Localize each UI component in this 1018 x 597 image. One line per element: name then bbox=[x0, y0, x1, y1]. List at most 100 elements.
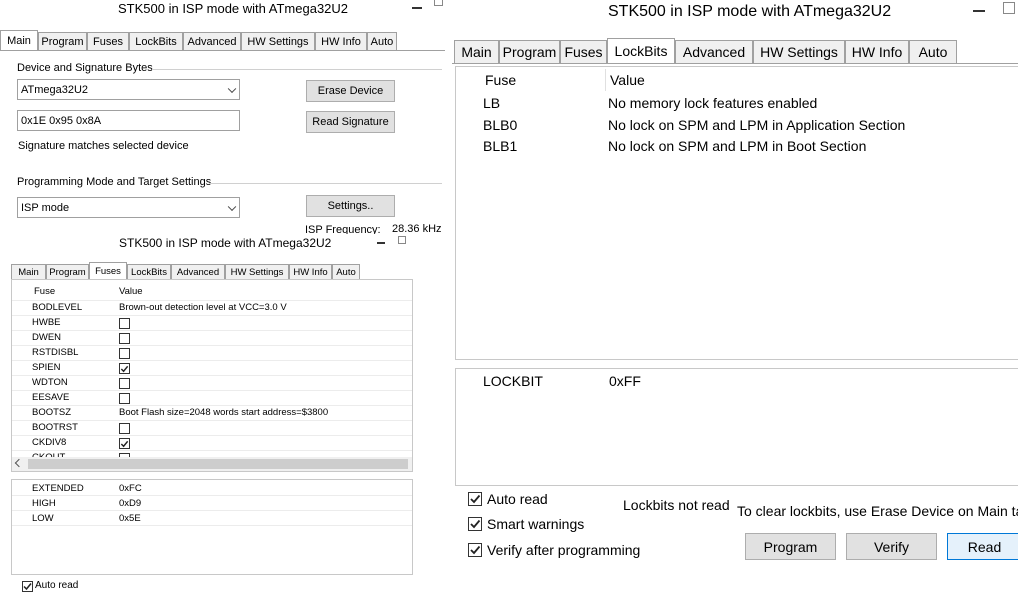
horizontal-scrollbar[interactable] bbox=[12, 457, 412, 471]
fuse-checkbox[interactable] bbox=[119, 333, 130, 344]
fuse-byte-row[interactable]: HIGH 0xD9 bbox=[12, 496, 412, 511]
table-row[interactable]: EESAVE bbox=[12, 390, 412, 405]
table-row[interactable]: LB No memory lock features enabled bbox=[456, 93, 1018, 114]
fuse-byte-row[interactable]: EXTENDED 0xFC bbox=[12, 481, 412, 496]
tab-hw-settings[interactable]: HW Settings bbox=[241, 32, 315, 50]
tab-lockbits[interactable]: LockBits bbox=[127, 264, 171, 279]
tab-main[interactable]: Main bbox=[0, 30, 38, 50]
fuse-value[interactable]: Brown-out detection level at VCC=3.0 V bbox=[119, 302, 287, 313]
fuses-window: STK500 in ISP mode with ATmega32U2 Main … bbox=[6, 234, 415, 597]
lockbit-value[interactable]: No lock on SPM and LPM in Application Se… bbox=[608, 117, 905, 133]
tab-program[interactable]: Program bbox=[499, 40, 560, 63]
lockbits-window: STK500 in ISP mode with ATmega32U2 Main … bbox=[452, 0, 1018, 597]
table-row[interactable]: DWEN bbox=[12, 330, 412, 345]
table-row[interactable]: BODLEVEL Brown-out detection level at VCC… bbox=[12, 300, 412, 315]
chevron-down-icon bbox=[227, 202, 237, 211]
device-group-label: Device and Signature Bytes bbox=[17, 62, 153, 74]
tab-hw-info[interactable]: HW Info bbox=[289, 264, 332, 279]
option-checkbox[interactable] bbox=[468, 517, 482, 531]
fuse-checkbox[interactable] bbox=[119, 318, 130, 329]
tab-lockbits[interactable]: LockBits bbox=[129, 32, 183, 50]
tab-auto[interactable]: Auto bbox=[367, 32, 397, 50]
tab-program[interactable]: Program bbox=[46, 264, 89, 279]
table-row[interactable]: HWBE bbox=[12, 315, 412, 330]
auto-read-label: Auto read bbox=[35, 580, 79, 591]
verify-button[interactable]: Verify bbox=[846, 533, 937, 560]
table-row[interactable]: BOOTRST bbox=[12, 420, 412, 435]
tab-auto[interactable]: Auto bbox=[909, 40, 957, 63]
fuse-name: HWBE bbox=[32, 317, 61, 328]
lockbit-value[interactable]: No lock on SPM and LPM in Boot Section bbox=[608, 138, 866, 154]
scroll-left-icon[interactable] bbox=[14, 458, 24, 468]
tab-advanced[interactable]: Advanced bbox=[675, 40, 753, 63]
tab-lockbits[interactable]: LockBits bbox=[607, 38, 675, 63]
fuse-bytes-panel: EXTENDED 0xFC HIGH 0xD9 LOW 0x5E bbox=[11, 479, 413, 575]
minimize-icon[interactable] bbox=[412, 7, 422, 9]
tab-advanced[interactable]: Advanced bbox=[183, 32, 241, 50]
tab-fuses[interactable]: Fuses bbox=[560, 40, 607, 63]
auto-read-checkbox[interactable] bbox=[22, 581, 33, 592]
option-label: Verify after programming bbox=[487, 542, 641, 558]
fuse-checkbox[interactable] bbox=[119, 438, 130, 449]
window-title: STK500 in ISP mode with ATmega32U2 bbox=[608, 3, 892, 20]
settings-button[interactable]: Settings.. bbox=[306, 195, 395, 217]
minimize-icon[interactable] bbox=[377, 242, 385, 244]
table-row[interactable]: WDTON bbox=[12, 375, 412, 390]
tab-hw-info[interactable]: HW Info bbox=[845, 40, 909, 63]
tab-border bbox=[452, 63, 1018, 64]
fuse-byte-value[interactable]: 0xD9 bbox=[119, 498, 141, 509]
option-checkbox[interactable] bbox=[468, 492, 482, 506]
tab-fuses[interactable]: Fuses bbox=[89, 262, 127, 279]
fuse-value[interactable]: Boot Flash size=2048 words start address… bbox=[119, 407, 328, 418]
read-signature-button[interactable]: Read Signature bbox=[306, 111, 395, 133]
read-button[interactable]: Read bbox=[947, 533, 1018, 560]
table-row[interactable]: RSTDISBL bbox=[12, 345, 412, 360]
table-row[interactable]: BOOTSZ Boot Flash size=2048 words start a… bbox=[12, 405, 412, 420]
table-row[interactable]: CKDIV8 bbox=[12, 435, 412, 450]
lockbit-name: LB bbox=[483, 95, 501, 111]
fuse-name: WDTON bbox=[32, 377, 68, 388]
lockbits-status: Lockbits not read bbox=[623, 497, 730, 513]
maximize-icon[interactable] bbox=[1003, 2, 1015, 14]
mode-select[interactable]: ISP mode bbox=[17, 197, 240, 218]
device-select[interactable]: ATmega32U2 bbox=[17, 79, 240, 100]
fuse-checkbox[interactable] bbox=[119, 363, 130, 374]
tab-main[interactable]: Main bbox=[454, 40, 499, 63]
fuse-checkbox[interactable] bbox=[119, 348, 130, 359]
fuse-byte-value[interactable]: 0xFC bbox=[119, 483, 142, 494]
tab-advanced[interactable]: Advanced bbox=[171, 264, 225, 279]
fuse-byte-name: HIGH bbox=[32, 498, 56, 509]
option-checkbox[interactable] bbox=[468, 543, 482, 557]
table-row[interactable]: SPIEN bbox=[12, 360, 412, 375]
signature-field[interactable]: 0x1E 0x95 0x8A bbox=[17, 110, 240, 131]
lockbit-value[interactable]: No memory lock features enabled bbox=[608, 95, 817, 111]
fuse-byte-name: LOW bbox=[32, 513, 54, 524]
window-title: STK500 in ISP mode with ATmega32U2 bbox=[119, 236, 332, 250]
tab-hw-settings[interactable]: HW Settings bbox=[753, 40, 845, 63]
minimize-icon[interactable] bbox=[973, 10, 985, 12]
table-row[interactable]: BLB0 No lock on SPM and LPM in Applicatio… bbox=[456, 115, 1018, 136]
tab-auto[interactable]: Auto bbox=[332, 264, 360, 279]
column-header-value: Value bbox=[610, 72, 645, 88]
maximize-icon[interactable] bbox=[398, 236, 406, 244]
lockbits-list: Fuse Value LB No memory lock features ena… bbox=[455, 66, 1018, 360]
tab-hw-settings[interactable]: HW Settings bbox=[225, 264, 289, 279]
erase-device-button[interactable]: Erase Device bbox=[306, 80, 395, 102]
tab-fuses[interactable]: Fuses bbox=[87, 32, 129, 50]
fuse-checkbox[interactable] bbox=[119, 378, 130, 389]
table-row[interactable]: BLB1 No lock on SPM and LPM in Boot Secti… bbox=[456, 136, 1018, 157]
scrollbar-thumb[interactable] bbox=[28, 459, 408, 469]
tab-hw-info[interactable]: HW Info bbox=[315, 32, 367, 50]
tab-main[interactable]: Main bbox=[11, 264, 46, 279]
fuse-byte-value[interactable]: 0x5E bbox=[119, 513, 141, 524]
maximize-icon[interactable] bbox=[434, 0, 443, 6]
column-header-fuse: Fuse bbox=[34, 286, 56, 297]
fuse-checkbox[interactable] bbox=[119, 393, 130, 404]
checkmark-icon bbox=[470, 519, 481, 529]
option-label: Auto read bbox=[487, 491, 548, 507]
program-button[interactable]: Program bbox=[745, 533, 836, 560]
tab-program[interactable]: Program bbox=[38, 32, 87, 50]
fuse-checkbox[interactable] bbox=[119, 423, 130, 434]
fuse-byte-row[interactable]: LOW 0x5E bbox=[12, 511, 412, 526]
fuse-name: BODLEVEL bbox=[32, 302, 83, 313]
